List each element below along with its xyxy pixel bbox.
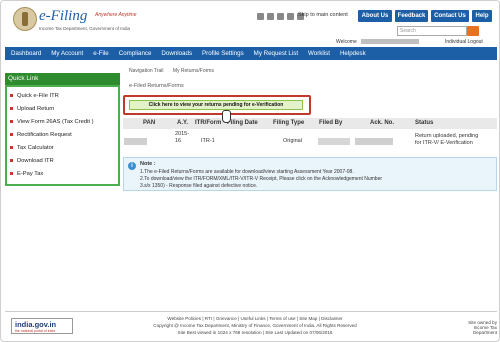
quick-link-panel: Quick e-File ITR Upload Return View Form… <box>5 85 120 186</box>
font-size-icon[interactable] <box>277 13 284 20</box>
cell-itr: ITR-1 <box>201 138 215 144</box>
sidebar-item-rectification-request[interactable]: Rectification Request <box>10 130 72 140</box>
column-header-status: Status <box>415 120 434 126</box>
user-name-redacted <box>360 39 419 45</box>
accessibility-icons <box>257 13 304 20</box>
footer-best-viewed: Site Best viewed in 1024 x 768 resolutio… <box>177 330 333 335</box>
cell-ay-line1: 2015- <box>175 131 190 137</box>
sidebar-item-view-form-26as[interactable]: View Form 26AS (Tax Credit ) <box>10 117 94 127</box>
contact-us-button[interactable]: Contact Us <box>431 10 469 22</box>
cell-filing-type: Original <box>283 138 302 144</box>
about-us-button[interactable]: About Us <box>358 10 392 22</box>
footer-copyright: Copyright @ Income Tax Department, Minis… <box>153 323 357 328</box>
page: e-Filing Anywhere Anytime Income Tax Dep… <box>0 0 500 342</box>
returns-table-header: PAN A.Y. ITR/Form Filing Date Filing Typ… <box>123 118 497 129</box>
ack-no-link-redacted[interactable] <box>355 138 393 145</box>
breadcrumb: Navigation Trail My Returns/Forms <box>129 68 222 74</box>
site-owner-line2: Income Tax Department <box>472 325 497 335</box>
site-header: e-Filing Anywhere Anytime Income Tax Dep… <box>1 1 499 47</box>
cell-status-line1: Return uploaded, pending <box>415 133 479 139</box>
pan-redacted <box>124 138 147 145</box>
column-header-filed-by: Filed By <box>319 120 343 126</box>
view-pending-everification-button[interactable]: Click here to view your returns pending … <box>129 100 303 110</box>
note-line: 3.s/x 1350) - Response filed against def… <box>140 183 258 189</box>
sidebar-item-download-itr[interactable]: Download ITR <box>10 156 54 166</box>
breadcrumb-item[interactable]: My Returns/Forms <box>173 68 214 74</box>
india-gov-logo-text: india.gov.in <box>15 320 57 329</box>
nav-my-request-list[interactable]: My Request List <box>254 50 298 57</box>
pending-everification-highlight: Click here to view your returns pending … <box>123 95 311 115</box>
feedback-button[interactable]: Feedback <box>395 10 428 22</box>
nav-efile[interactable]: e-File <box>93 50 108 57</box>
main-nav: Dashboard My Account e-File Compliance D… <box>5 47 497 60</box>
sidebar-item-quick-efile-itr[interactable]: Quick e-File ITR <box>10 91 59 101</box>
info-icon: i <box>128 162 136 170</box>
nav-compliance[interactable]: Compliance <box>119 50 152 57</box>
nav-downloads[interactable]: Downloads <box>161 50 192 57</box>
nav-worklist[interactable]: Worklist <box>308 50 330 57</box>
efiling-tagline: Anywhere Anytime <box>95 12 137 18</box>
home-icon[interactable] <box>257 13 264 20</box>
table-row: 2015- 16 ITR-1 Original Return uploaded,… <box>123 130 497 152</box>
page-title: e-Filed Returns/Forms <box>129 83 184 89</box>
india-gov-logo-subtext: the national portal of india <box>15 329 56 333</box>
column-header-itr-form: ITR/Form <box>195 120 222 126</box>
sidebar-item-upload-return[interactable]: Upload Return <box>10 104 54 114</box>
mouse-pointer-icon <box>222 110 231 123</box>
quick-link-title: Quick Link <box>5 73 120 85</box>
sidebar-item-tax-calculator[interactable]: Tax Calculator <box>10 143 54 153</box>
skip-to-content-link[interactable]: Skip to main content <box>298 12 348 18</box>
note-line: 2.To download/view the ITR/FORM/XML/ITR-… <box>140 176 383 182</box>
user-type-logout[interactable]: Individual Logout <box>445 39 483 45</box>
nav-my-account[interactable]: My Account <box>51 50 83 57</box>
nav-helpdesk[interactable]: Helpdesk <box>340 50 366 57</box>
site-footer: india.gov.in the national portal of indi… <box>5 311 497 339</box>
nav-profile-settings[interactable]: Profile Settings <box>202 50 244 57</box>
column-header-ack-no: Ack. No. <box>370 120 395 126</box>
column-header-filing-date: Filing Date <box>227 120 258 126</box>
cell-ay-line2: 16 <box>175 138 182 144</box>
note-title: Note : <box>140 161 156 167</box>
sidebar-item-epay-tax[interactable]: E-Pay Tax <box>10 169 43 179</box>
filed-by-redacted <box>318 138 350 145</box>
column-header-ay: A.Y. <box>177 120 189 126</box>
column-header-pan: PAN <box>143 120 156 126</box>
site-owner: Site owned by Income Tax Department <box>449 320 497 335</box>
sitemap-icon[interactable] <box>267 13 274 20</box>
department-name: Income Tax Department, Government of Ind… <box>39 26 130 31</box>
national-emblem-logo <box>13 7 37 31</box>
contrast-icon[interactable] <box>287 13 294 20</box>
note-line: 1.The e-Filed Returns/Forms are availabl… <box>140 169 354 175</box>
search-icon[interactable] <box>467 26 479 36</box>
efiling-logo-text[interactable]: e-Filing <box>39 8 87 25</box>
nav-dashboard[interactable]: Dashboard <box>11 50 41 57</box>
cell-status-line2: for ITR-V/ E-Verification <box>415 140 473 146</box>
welcome-label: Welcome <box>336 39 357 45</box>
help-button[interactable]: Help <box>472 10 492 22</box>
column-header-filing-type: Filing Type <box>273 120 305 126</box>
note-panel: i Note : 1.The e-Filed Returns/Forms are… <box>123 157 497 191</box>
search-input[interactable]: Search <box>397 26 467 36</box>
welcome-text: Welcome <box>336 39 423 45</box>
india-gov-logo[interactable]: india.gov.in the national portal of indi… <box>11 318 73 334</box>
breadcrumb-item[interactable]: Navigation Trail <box>129 68 163 74</box>
footer-links[interactable]: Website Policies | RTI | Grievance | Use… <box>135 316 375 321</box>
